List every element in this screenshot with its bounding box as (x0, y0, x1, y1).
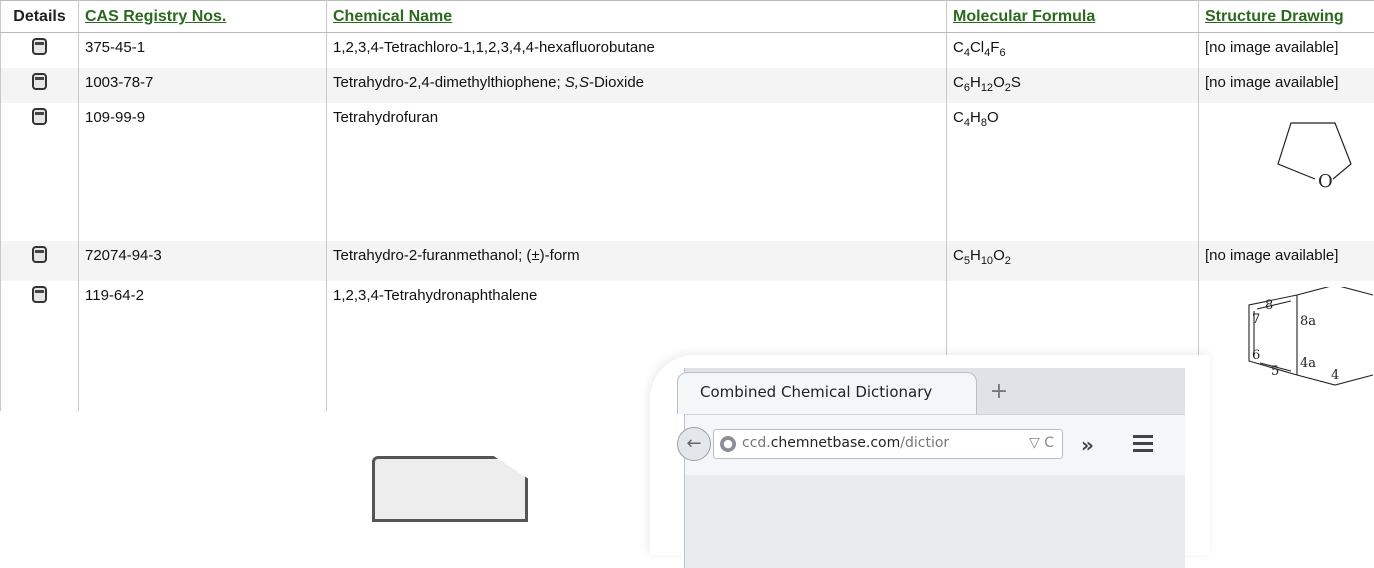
tab-combined-chemical-dictionary[interactable]: Combined Chemical Dictionary (677, 372, 977, 414)
chemical-name: Tetrahydrofuran (327, 103, 947, 241)
atom-label: 5 (1271, 364, 1279, 379)
structure-drawing: O (1199, 103, 1374, 241)
atom-label: 8a (1300, 314, 1316, 329)
overflow-chevron-icon[interactable]: » (1081, 433, 1094, 457)
browser-screenshot-overlay: Combined Chemical Dictionary + ← ● ccd.c… (650, 355, 1210, 555)
atom-label: 6 (1252, 348, 1260, 363)
molecular-formula: C6H12O2S (947, 68, 1199, 103)
cas-number: 375-45-1 (79, 33, 327, 68)
chemical-name: Tetrahydro-2-furanmethanol; (±)-form (327, 241, 947, 281)
molecular-formula: C4Cl4F6 (947, 33, 1199, 68)
chemical-name: Tetrahydro-2,4-dimethylthiophene; S,S-Di… (327, 68, 947, 103)
table-header-row: Details CAS Registry Nos. Chemical Name … (1, 1, 1374, 33)
atom-label: 8 (1265, 298, 1273, 313)
browser-window: Combined Chemical Dictionary + ← ● ccd.c… (684, 368, 1185, 568)
details-document-icon[interactable] (32, 73, 47, 90)
structure-drawing: 8 1 7 8a 6 5 4a 4 (1199, 281, 1374, 411)
details-document-icon[interactable] (32, 108, 47, 125)
url-domain: chemnetbase.com (771, 435, 901, 451)
cas-number: 109-99-9 (79, 103, 327, 241)
details-document-icon[interactable] (32, 38, 47, 55)
structure-drawing-header-link[interactable]: Structure Drawing (1205, 8, 1344, 25)
results-table: Details CAS Registry Nos. Chemical Name … (0, 0, 1374, 411)
molecular-formula: C4H8O (947, 103, 1199, 241)
molecular-formula-header-link[interactable]: Molecular Formula (953, 8, 1095, 25)
atom-label: 4a (1300, 356, 1316, 371)
table-row: 109-99-9 Tetrahydrofuran C4H8O O (1, 103, 1374, 241)
address-bar[interactable]: ● ccd.chemnetbase.com/dictior ▽ C (713, 429, 1063, 459)
globe-icon: ● (720, 436, 736, 452)
oxygen-atom-label: O (1318, 171, 1333, 192)
chemical-name: 1,2,3,4-Tetrachloro-1,1,2,3,4,4-hexafluo… (327, 33, 947, 68)
new-tab-button[interactable]: + (977, 380, 1021, 406)
molecular-formula: C5H10O2 (947, 241, 1199, 281)
cas-number: 119-64-2 (79, 281, 327, 411)
tetrahydrofuran-structure-drawing: O (1205, 109, 1374, 209)
tab-bar: Combined Chemical Dictionary + (685, 368, 1185, 414)
cas-number: 72074-94-3 (79, 241, 327, 281)
structure-drawing: [no image available] (1199, 68, 1374, 103)
details-header: Details (1, 1, 79, 33)
url-domain-prefix: ccd. (742, 435, 771, 451)
structure-drawing: [no image available] (1199, 33, 1374, 68)
hamburger-menu-icon[interactable] (1133, 435, 1153, 456)
back-arrow-icon[interactable]: ← (677, 427, 711, 461)
details-document-icon[interactable] (32, 286, 47, 303)
cas-number: 1003-78-7 (79, 68, 327, 103)
cas-header-link[interactable]: CAS Registry Nos. (85, 8, 226, 25)
tetrahydronaphthalene-structure-drawing: 8 1 7 8a 6 5 4a 4 (1205, 287, 1374, 407)
table-row: 375-45-1 1,2,3,4-Tetrachloro-1,1,2,3,4,4… (1, 33, 1374, 68)
structure-drawing: [no image available] (1199, 241, 1374, 281)
atom-label: 7 (1252, 312, 1260, 327)
document-preview-icon (372, 456, 528, 522)
atom-label: 4 (1331, 368, 1339, 383)
tab-title: Combined Chemical Dictionary (700, 383, 932, 401)
url-dropdown-reload-controls[interactable]: ▽ C (1029, 435, 1054, 451)
url-path: /dictior (900, 435, 949, 451)
table-row: 72074-94-3 Tetrahydro-2-furanmethanol; (… (1, 241, 1374, 281)
navigation-bar: ← ● ccd.chemnetbase.com/dictior ▽ C » (685, 414, 1185, 475)
details-document-icon[interactable] (32, 246, 47, 263)
chemical-name-header-link[interactable]: Chemical Name (333, 8, 452, 25)
table-row: 1003-78-7 Tetrahydro-2,4-dimethylthiophe… (1, 68, 1374, 103)
